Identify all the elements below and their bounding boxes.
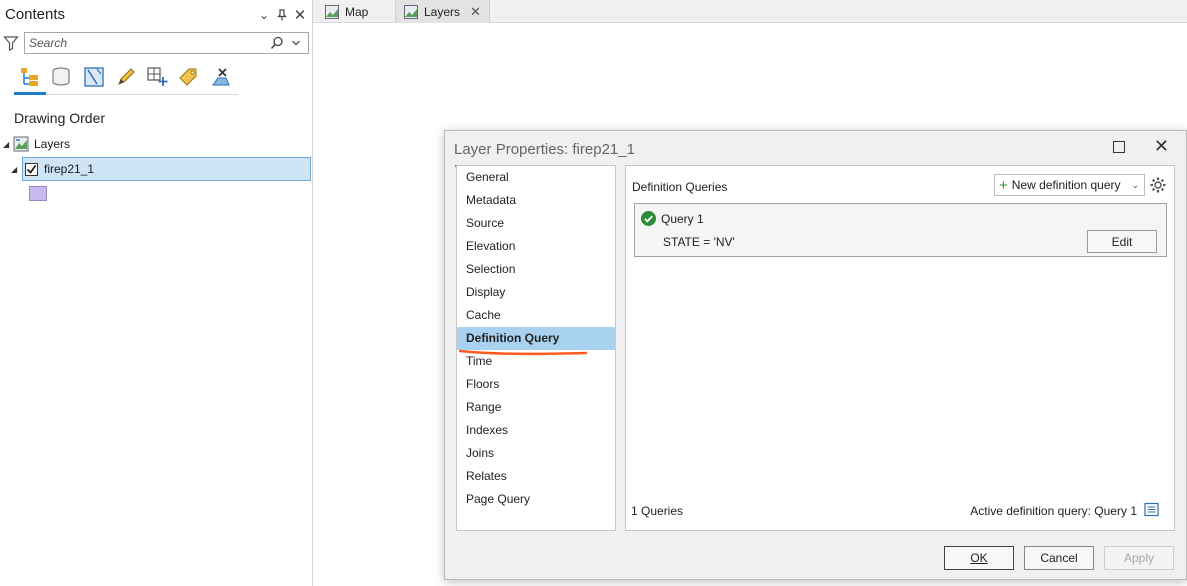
ok-button[interactable]: OK xyxy=(944,546,1014,570)
expand-toggle-icon[interactable]: ◢ xyxy=(3,140,13,149)
nav-item-definition-query[interactable]: Definition Query xyxy=(457,327,615,350)
list-by-labeling-icon[interactable] xyxy=(177,65,201,89)
nav-item-display[interactable]: Display xyxy=(457,281,615,304)
map-tree-item[interactable]: ◢ Layers xyxy=(3,133,70,155)
tab-label: Map xyxy=(345,4,369,19)
search-icon[interactable] xyxy=(270,36,284,50)
edit-query-button[interactable]: Edit xyxy=(1087,230,1157,253)
nav-item-metadata[interactable]: Metadata xyxy=(457,189,615,212)
close-pane-icon[interactable]: ✕ xyxy=(292,6,308,24)
contents-title: Contents xyxy=(5,6,66,23)
chevron-down-icon[interactable]: ⌄ xyxy=(1131,180,1139,191)
list-by-editing-icon[interactable] xyxy=(114,65,138,89)
nav-item-range[interactable]: Range xyxy=(457,396,615,419)
definition-query-panel: Definition Queries + New definition quer… xyxy=(625,165,1175,531)
view-tab-bar: Map Layers ✕ xyxy=(313,0,1187,23)
list-by-drawing-order-icon[interactable] xyxy=(18,65,42,89)
nav-item-source[interactable]: Source xyxy=(457,212,615,235)
apply-button[interactable]: Apply xyxy=(1104,546,1174,570)
new-definition-query-button[interactable]: + New definition query ⌄ xyxy=(994,174,1145,196)
tab-label: Layers xyxy=(424,4,461,19)
cancel-button[interactable]: Cancel xyxy=(1024,546,1094,570)
plus-icon: + xyxy=(999,176,1008,194)
layer-tree-item[interactable]: ◢ firep21_1 xyxy=(11,157,311,181)
list-by-data-source-icon[interactable] xyxy=(49,65,73,89)
map-icon xyxy=(13,136,29,152)
pin-icon[interactable] xyxy=(274,6,290,24)
definition-queries-heading: Definition Queries xyxy=(632,180,728,194)
nav-item-floors[interactable]: Floors xyxy=(457,373,615,396)
new-definition-query-label: New definition query xyxy=(1011,178,1121,192)
query-card[interactable]: Query 1 STATE = 'NV' Edit xyxy=(634,203,1167,257)
nav-item-selection[interactable]: Selection xyxy=(457,258,615,281)
ok-label: OK xyxy=(970,551,988,565)
filter-icon[interactable] xyxy=(3,35,19,51)
nav-item-page-query[interactable]: Page Query xyxy=(457,488,615,511)
maximize-icon[interactable] xyxy=(1113,141,1125,153)
drawing-order-heading: Drawing Order xyxy=(14,110,106,126)
list-by-snapping-icon[interactable] xyxy=(145,65,169,89)
map-icon xyxy=(325,4,339,19)
layer-label: firep21_1 xyxy=(44,162,95,176)
layer-expand-toggle-icon[interactable]: ◢ xyxy=(11,165,21,174)
nav-item-indexes[interactable]: Indexes xyxy=(457,419,615,442)
nav-item-cache[interactable]: Cache xyxy=(457,304,615,327)
layer-symbol-swatch[interactable] xyxy=(29,186,47,201)
query-list-icon[interactable] xyxy=(1144,502,1159,517)
close-dialog-icon[interactable]: ✕ xyxy=(1154,137,1169,155)
nav-item-general[interactable]: General xyxy=(457,166,615,189)
nav-item-elevation[interactable]: Elevation xyxy=(457,235,615,258)
list-by-perspective-icon[interactable] xyxy=(209,65,233,89)
map-label: Layers xyxy=(34,137,71,151)
tab-layers[interactable]: Layers ✕ xyxy=(395,0,490,23)
gear-icon[interactable] xyxy=(1149,176,1167,194)
search-box xyxy=(24,32,309,54)
nav-item-joins[interactable]: Joins xyxy=(457,442,615,465)
query-expression: STATE = 'NV' xyxy=(663,235,735,249)
active-query-status: Active definition query: Query 1 xyxy=(970,504,1137,518)
map-icon xyxy=(404,4,418,19)
query-count: 1 Queries xyxy=(631,504,684,518)
checkmark-icon xyxy=(26,164,37,174)
search-input[interactable] xyxy=(25,33,255,53)
nav-item-relates[interactable]: Relates xyxy=(457,465,615,488)
close-tab-icon[interactable]: ✕ xyxy=(470,4,481,20)
contents-pane: Contents ⌄ ✕ Search Drawing Order ◢ Laye… xyxy=(0,0,313,586)
active-view-indicator xyxy=(14,92,46,95)
pane-options-icon[interactable]: ⌄ xyxy=(256,6,272,24)
active-check-icon xyxy=(641,211,656,226)
contents-toolbar xyxy=(14,63,238,95)
layer-visibility-checkbox[interactable] xyxy=(25,162,38,176)
tab-map[interactable]: Map xyxy=(317,0,376,23)
query-name: Query 1 xyxy=(661,212,704,226)
annotation-underline xyxy=(459,349,587,356)
layer-properties-dialog: Layer Properties: firep21_1 ✕ General Me… xyxy=(444,130,1187,580)
search-options-chevron-icon[interactable] xyxy=(290,36,302,50)
dialog-title: Layer Properties: firep21_1 xyxy=(454,141,635,158)
list-by-selection-icon[interactable] xyxy=(82,65,106,89)
